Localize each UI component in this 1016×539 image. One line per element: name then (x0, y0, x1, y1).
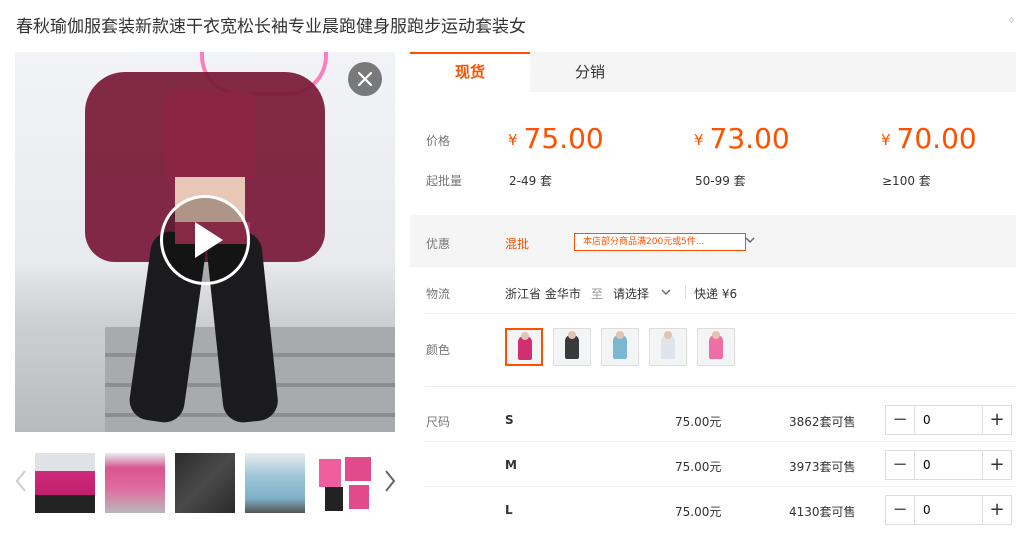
divider (425, 441, 1016, 442)
color-swatch-4[interactable] (649, 328, 687, 366)
size-name: L (505, 503, 513, 517)
size-stock: 4130套可售 (789, 505, 856, 519)
qty-tier-2: 50-99 套 (695, 174, 746, 188)
thumbnail[interactable] (315, 453, 375, 513)
promo-section: 优惠 混批 本店部分商品满200元或5件... (410, 215, 1016, 267)
color-swatch-2[interactable] (553, 328, 591, 366)
quantity-input[interactable] (915, 451, 981, 479)
thumbnail[interactable] (35, 453, 95, 513)
chevron-down-icon[interactable] (745, 235, 755, 245)
origin-text: 浙江省 金华市 (505, 287, 581, 301)
increment-button[interactable]: + (982, 406, 1011, 434)
divider (425, 486, 1016, 487)
size-price: 75.00元 (675, 505, 722, 519)
tab-distribution[interactable]: 分销 (530, 52, 650, 92)
thumbnail[interactable] (245, 453, 305, 513)
logistics-label: 物流 (426, 287, 451, 301)
thumb-prev-button[interactable] (14, 466, 28, 496)
color-swatch-1[interactable] (505, 328, 543, 366)
size-price: 75.00元 (675, 460, 722, 474)
promo-label: 优惠 (426, 237, 451, 251)
divider (685, 285, 686, 299)
size-price: 75.00元 (675, 415, 722, 429)
qty-tier-1: 2-49 套 (509, 174, 553, 188)
product-title: 春秋瑜伽服套装新款速干衣宽松长袖专业晨跑健身服跑步运动套装女 (16, 17, 526, 37)
chevron-left-icon (15, 470, 26, 492)
product-video[interactable] (15, 52, 395, 432)
corner-icon[interactable]: ✧ (1007, 14, 1016, 27)
price-tier-3: ¥70.00 (881, 122, 977, 155)
color-swatch-3[interactable] (601, 328, 639, 366)
quantity-input[interactable] (915, 406, 981, 434)
size-name: M (505, 458, 517, 472)
color-swatch-5[interactable] (697, 328, 735, 366)
to-text: 至 (591, 287, 604, 301)
chevron-down-icon[interactable] (661, 287, 671, 297)
destination-select[interactable]: 请选择 (613, 285, 649, 302)
chevron-right-icon (385, 470, 396, 492)
close-icon (357, 71, 373, 87)
quantity-stepper: − + (885, 405, 1012, 435)
close-button[interactable] (348, 62, 382, 96)
increment-button[interactable]: + (982, 496, 1011, 524)
tab-bar: 现货 分销 (410, 52, 1016, 92)
price-tier-1: ¥75.00 (508, 122, 604, 155)
color-label: 颜色 (426, 343, 451, 357)
tab-in-stock[interactable]: 现货 (410, 52, 530, 92)
increment-button[interactable]: + (982, 451, 1011, 479)
qty-tier-3: ≥100 套 (882, 174, 931, 188)
quantity-input[interactable] (915, 496, 981, 524)
price-label: 价格 (426, 134, 451, 148)
thumb-next-button[interactable] (383, 466, 397, 496)
thumbnail[interactable] (105, 453, 165, 513)
quantity-stepper: − + (885, 450, 1012, 480)
thumbnail[interactable] (175, 453, 235, 513)
divider (425, 313, 1016, 314)
model-top (165, 92, 255, 182)
decrement-button[interactable]: − (886, 496, 915, 524)
coupon-tag[interactable]: 本店部分商品满200元或5件... (574, 233, 746, 251)
size-name: S (505, 413, 514, 427)
quantity-stepper: − + (885, 495, 1012, 525)
mixed-batch-link[interactable]: 混批 (505, 235, 529, 252)
decrement-button[interactable]: − (886, 451, 915, 479)
price-tier-2: ¥73.00 (694, 122, 790, 155)
size-stock: 3862套可售 (789, 415, 856, 429)
divider (425, 386, 1016, 387)
shipping-fee: 快递 ¥6 (694, 287, 738, 301)
size-label: 尺码 (426, 415, 451, 429)
decrement-button[interactable]: − (886, 406, 915, 434)
play-button[interactable] (160, 195, 250, 285)
moq-label: 起批量 (426, 174, 463, 188)
price-section: 价格 起批量 ¥75.00 ¥73.00 ¥70.00 2-49 套 50-99… (410, 92, 1016, 214)
play-icon (195, 222, 223, 258)
size-stock: 3973套可售 (789, 460, 856, 474)
